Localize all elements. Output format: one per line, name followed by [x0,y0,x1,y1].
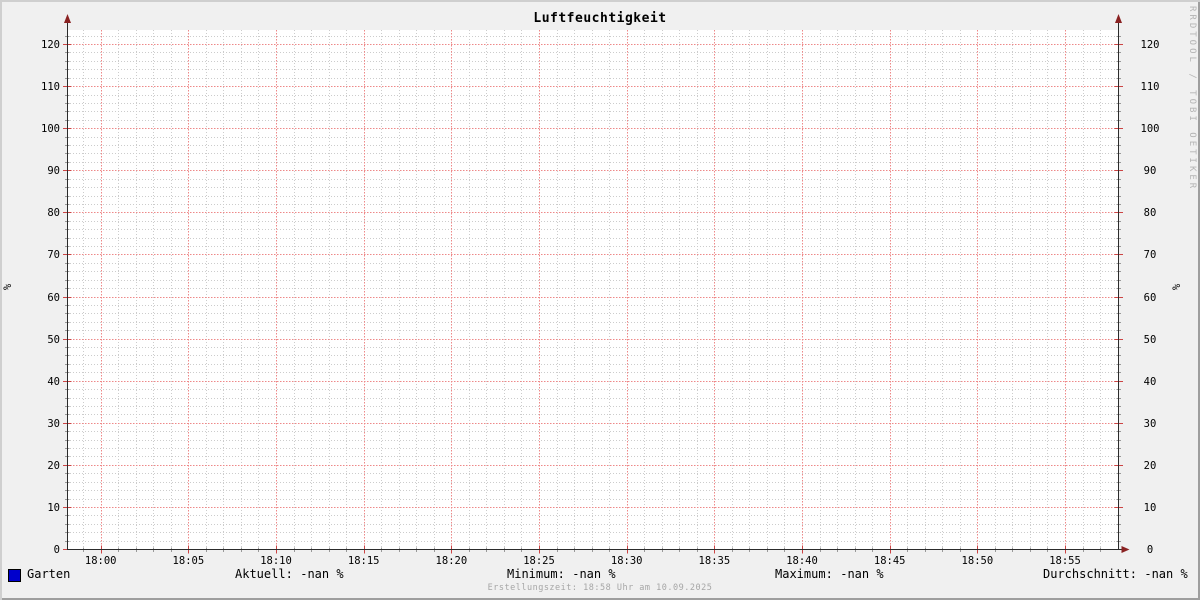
x-tick-label: 18:20 [436,555,468,567]
y-tick-label-left: 0 [54,544,60,556]
y-axis-arrow-right [1115,14,1122,23]
y-tick-label-right: 10 [1144,502,1157,514]
stat-durchschnitt-label: Durchschnitt: [1043,567,1137,581]
y-tick-label-left: 90 [47,165,60,177]
y-axis-unit-left: % [2,283,14,291]
x-tick-label: 18:35 [699,555,731,567]
y-tick-label-left: 120 [41,39,60,51]
y-tick-label-left: 40 [47,376,60,388]
stat-minimum-label: Minimum: [507,567,565,581]
x-tick-label: 18:50 [962,555,994,567]
legend-row: Garten Aktuell: -nan % Minimum: -nan % Max… [0,567,1200,583]
chart-canvas: 18:00 18:05 18:10 18:15 18:20 18:25 18:30 18:35… [41,14,1160,567]
y-tick-label-left: 30 [47,418,60,430]
y-tick-label-right: 110 [1141,81,1160,93]
stat-aktuell: Aktuell: -nan % [235,567,344,581]
creation-time-text: Erstellungszeit: 18:58 Uhr am 10.09.2025 [487,583,713,593]
stat-durchschnitt: Durchschnitt: -nan % [1043,567,1188,581]
stat-maximum-value: -nan % [840,567,884,581]
y-tick-label-right: 50 [1144,334,1157,346]
legend-swatch-garten [8,569,21,582]
y-tick-label-left: 60 [47,292,60,304]
y-tick-label-right: 80 [1144,207,1157,219]
x-tick-label: 18:55 [1049,555,1081,567]
x-tick-label: 18:00 [85,555,117,567]
stat-maximum: Maximum: -nan % [775,567,884,581]
x-tick-label: 18:15 [348,555,380,567]
y-tick-label-right: 70 [1144,249,1157,261]
y-tick-label-left: 70 [47,249,60,261]
y-tick-label-right: 20 [1144,460,1157,472]
y-tick-label-left: 80 [47,207,60,219]
stat-durchschnitt-value: -nan % [1144,567,1188,581]
stat-minimum-value: -nan % [572,567,616,581]
y-tick-label-left: 10 [47,502,60,514]
y-axis-arrow-left [64,14,71,23]
y-tick-label-left: 100 [41,123,60,135]
y-tick-label-right: 40 [1144,376,1157,388]
stat-aktuell-value: -nan % [300,567,344,581]
x-tick-label: 18:25 [523,555,555,567]
x-tick-label: 18:05 [173,555,205,567]
x-tick-label: 18:45 [874,555,906,567]
rrdtool-watermark: RRDTOOL / TOBI OETIKER [1187,6,1197,192]
x-tick-label: 18:30 [611,555,643,567]
x-tick-label: 18:40 [786,555,818,567]
y-tick-label-left: 20 [47,460,60,472]
y-tick-label-left: 50 [47,334,60,346]
y-tick-label-left: 110 [41,81,60,93]
x-tick-label: 18:10 [260,555,292,567]
y-tick-label-right: 0 [1147,544,1153,556]
y-tick-label-right: 60 [1144,292,1157,304]
stat-maximum-label: Maximum: [775,567,833,581]
y-tick-label-right: 30 [1144,418,1157,430]
y-tick-label-right: 90 [1144,165,1157,177]
rrdtool-graph-image: Luftfeuchtigkeit 18:00 18:05 18:10 18:15 18:… [0,0,1200,600]
stat-minimum: Minimum: -nan % [507,567,616,581]
legend-series-label: Garten [27,567,71,581]
stat-aktuell-label: Aktuell: [235,567,293,581]
y-axis-unit-right: % [1171,283,1183,291]
y-tick-label-right: 100 [1141,123,1160,135]
y-tick-label-right: 120 [1141,39,1160,51]
x-axis-arrow [1121,546,1130,553]
